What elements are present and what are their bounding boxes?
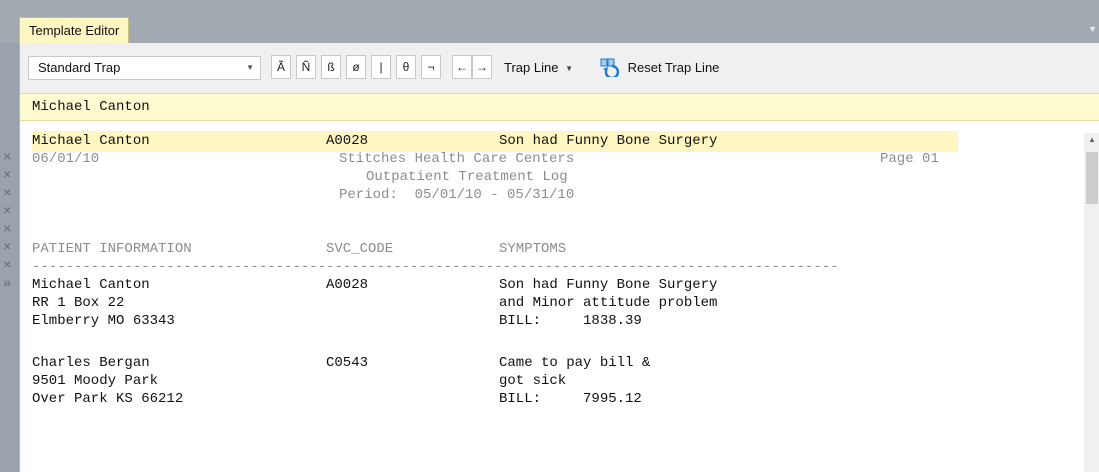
record-2-symptom-1: Came to pay bill & [499, 355, 651, 371]
trap-type-value: Standard Trap [38, 60, 121, 75]
record-1-address-1: RR 1 Box 22 [32, 295, 125, 311]
trap-line-highlight-row [32, 131, 958, 152]
document-view: Michael Canton A0028 Son had Funny Bone … [3, 131, 1099, 472]
char-button-o-slash[interactable]: ø [346, 55, 366, 79]
report-company: Stitches Health Care Centers [339, 151, 575, 167]
exclude-marker-icon[interactable]: × [3, 168, 11, 184]
record-1-symptom-2: and Minor attitude problem [499, 295, 718, 311]
record-1-symptom-1: Son had Funny Bone Surgery [499, 277, 718, 293]
right-arrow-button[interactable]: → [472, 55, 492, 79]
tab-template-editor[interactable]: Template Editor [19, 17, 130, 43]
trap-type-select[interactable]: Standard Trap ▼ [28, 56, 261, 80]
left-arrow-button[interactable]: ← [452, 55, 472, 79]
vertical-scrollbar[interactable]: ▲ [1084, 133, 1099, 472]
trap-row-name: Michael Canton [32, 133, 150, 149]
reset-trap-line-button[interactable]: Reset Trap Line [600, 57, 720, 80]
record-2-address-2: Over Park KS 66212 [32, 391, 184, 407]
char-button-n-tilde[interactable]: Ñ [296, 55, 316, 79]
exclude-marker-icon[interactable]: × [3, 186, 11, 202]
scroll-up-arrow-icon[interactable]: ▲ [1088, 135, 1096, 144]
column-header-patient: PATIENT INFORMATION [32, 241, 192, 257]
exclude-marker-icon[interactable]: × [3, 204, 11, 220]
tab-strip: Template Editor ▼ [0, 0, 1099, 43]
record-1-name: Michael Canton [32, 277, 150, 293]
record-2-symptom-2: got sick [499, 373, 567, 389]
exclude-marker-icon[interactable]: × [3, 150, 11, 166]
record-2-name: Charles Bergan [32, 355, 150, 371]
char-button-pipe[interactable]: | [371, 55, 391, 79]
scrollbar-thumb[interactable] [1086, 152, 1098, 204]
char-button-sharp-s[interactable]: ß [321, 55, 341, 79]
current-record-marker-icon: » [3, 276, 12, 292]
record-1-code: A0028 [326, 277, 369, 293]
report-page: Page 01 [880, 151, 939, 167]
reset-icon [600, 57, 620, 80]
reset-trap-line-label: Reset Trap Line [627, 60, 720, 75]
report-title: Outpatient Treatment Log [366, 169, 568, 185]
exclude-marker-icon[interactable]: × [3, 222, 11, 238]
char-button-not-sign[interactable]: ¬ [421, 55, 441, 79]
chevron-down-icon: ▼ [246, 63, 254, 72]
trap-line-value: Michael Canton [32, 99, 150, 115]
chevron-down-icon[interactable]: ▼ [1088, 24, 1097, 34]
record-1-bill: BILL: 1838.39 [499, 313, 642, 329]
char-button-a-tilde[interactable]: Ã [271, 55, 291, 79]
report-date: 06/01/10 [32, 151, 100, 167]
report-divider: ----------------------------------------… [32, 259, 839, 275]
record-1-address-2: Elmberry MO 63343 [32, 313, 175, 329]
exclude-marker-icon[interactable]: × [3, 240, 11, 256]
record-2-bill: BILL: 7995.12 [499, 391, 642, 407]
trap-row-code: A0028 [326, 133, 369, 149]
trap-line-input[interactable]: Michael Canton [20, 93, 1099, 121]
exclude-marker-icon[interactable]: × [3, 258, 11, 274]
report-period: Period: 05/01/10 - 05/31/10 [339, 187, 575, 203]
record-2-address-1: 9501 Moody Park [32, 373, 159, 389]
trap-row-symptom: Son had Funny Bone Surgery [499, 133, 718, 149]
chevron-down-icon: ▼ [565, 64, 573, 73]
trap-line-label: Trap Line [504, 60, 559, 75]
column-header-symptoms: SYMPTOMS [499, 241, 567, 257]
template-editor-panel: Standard Trap ▼ Ã Ñ ß ø | θ ¬ ← → Trap L… [3, 43, 1099, 472]
column-header-code: SVC_CODE [326, 241, 394, 257]
trap-line-button[interactable]: Trap Line ▼ [504, 57, 573, 79]
char-button-theta[interactable]: θ [396, 55, 416, 79]
toolbar: Standard Trap ▼ Ã Ñ ß ø | θ ¬ ← → Trap L… [20, 43, 1099, 93]
record-2-code: C0543 [326, 355, 369, 371]
